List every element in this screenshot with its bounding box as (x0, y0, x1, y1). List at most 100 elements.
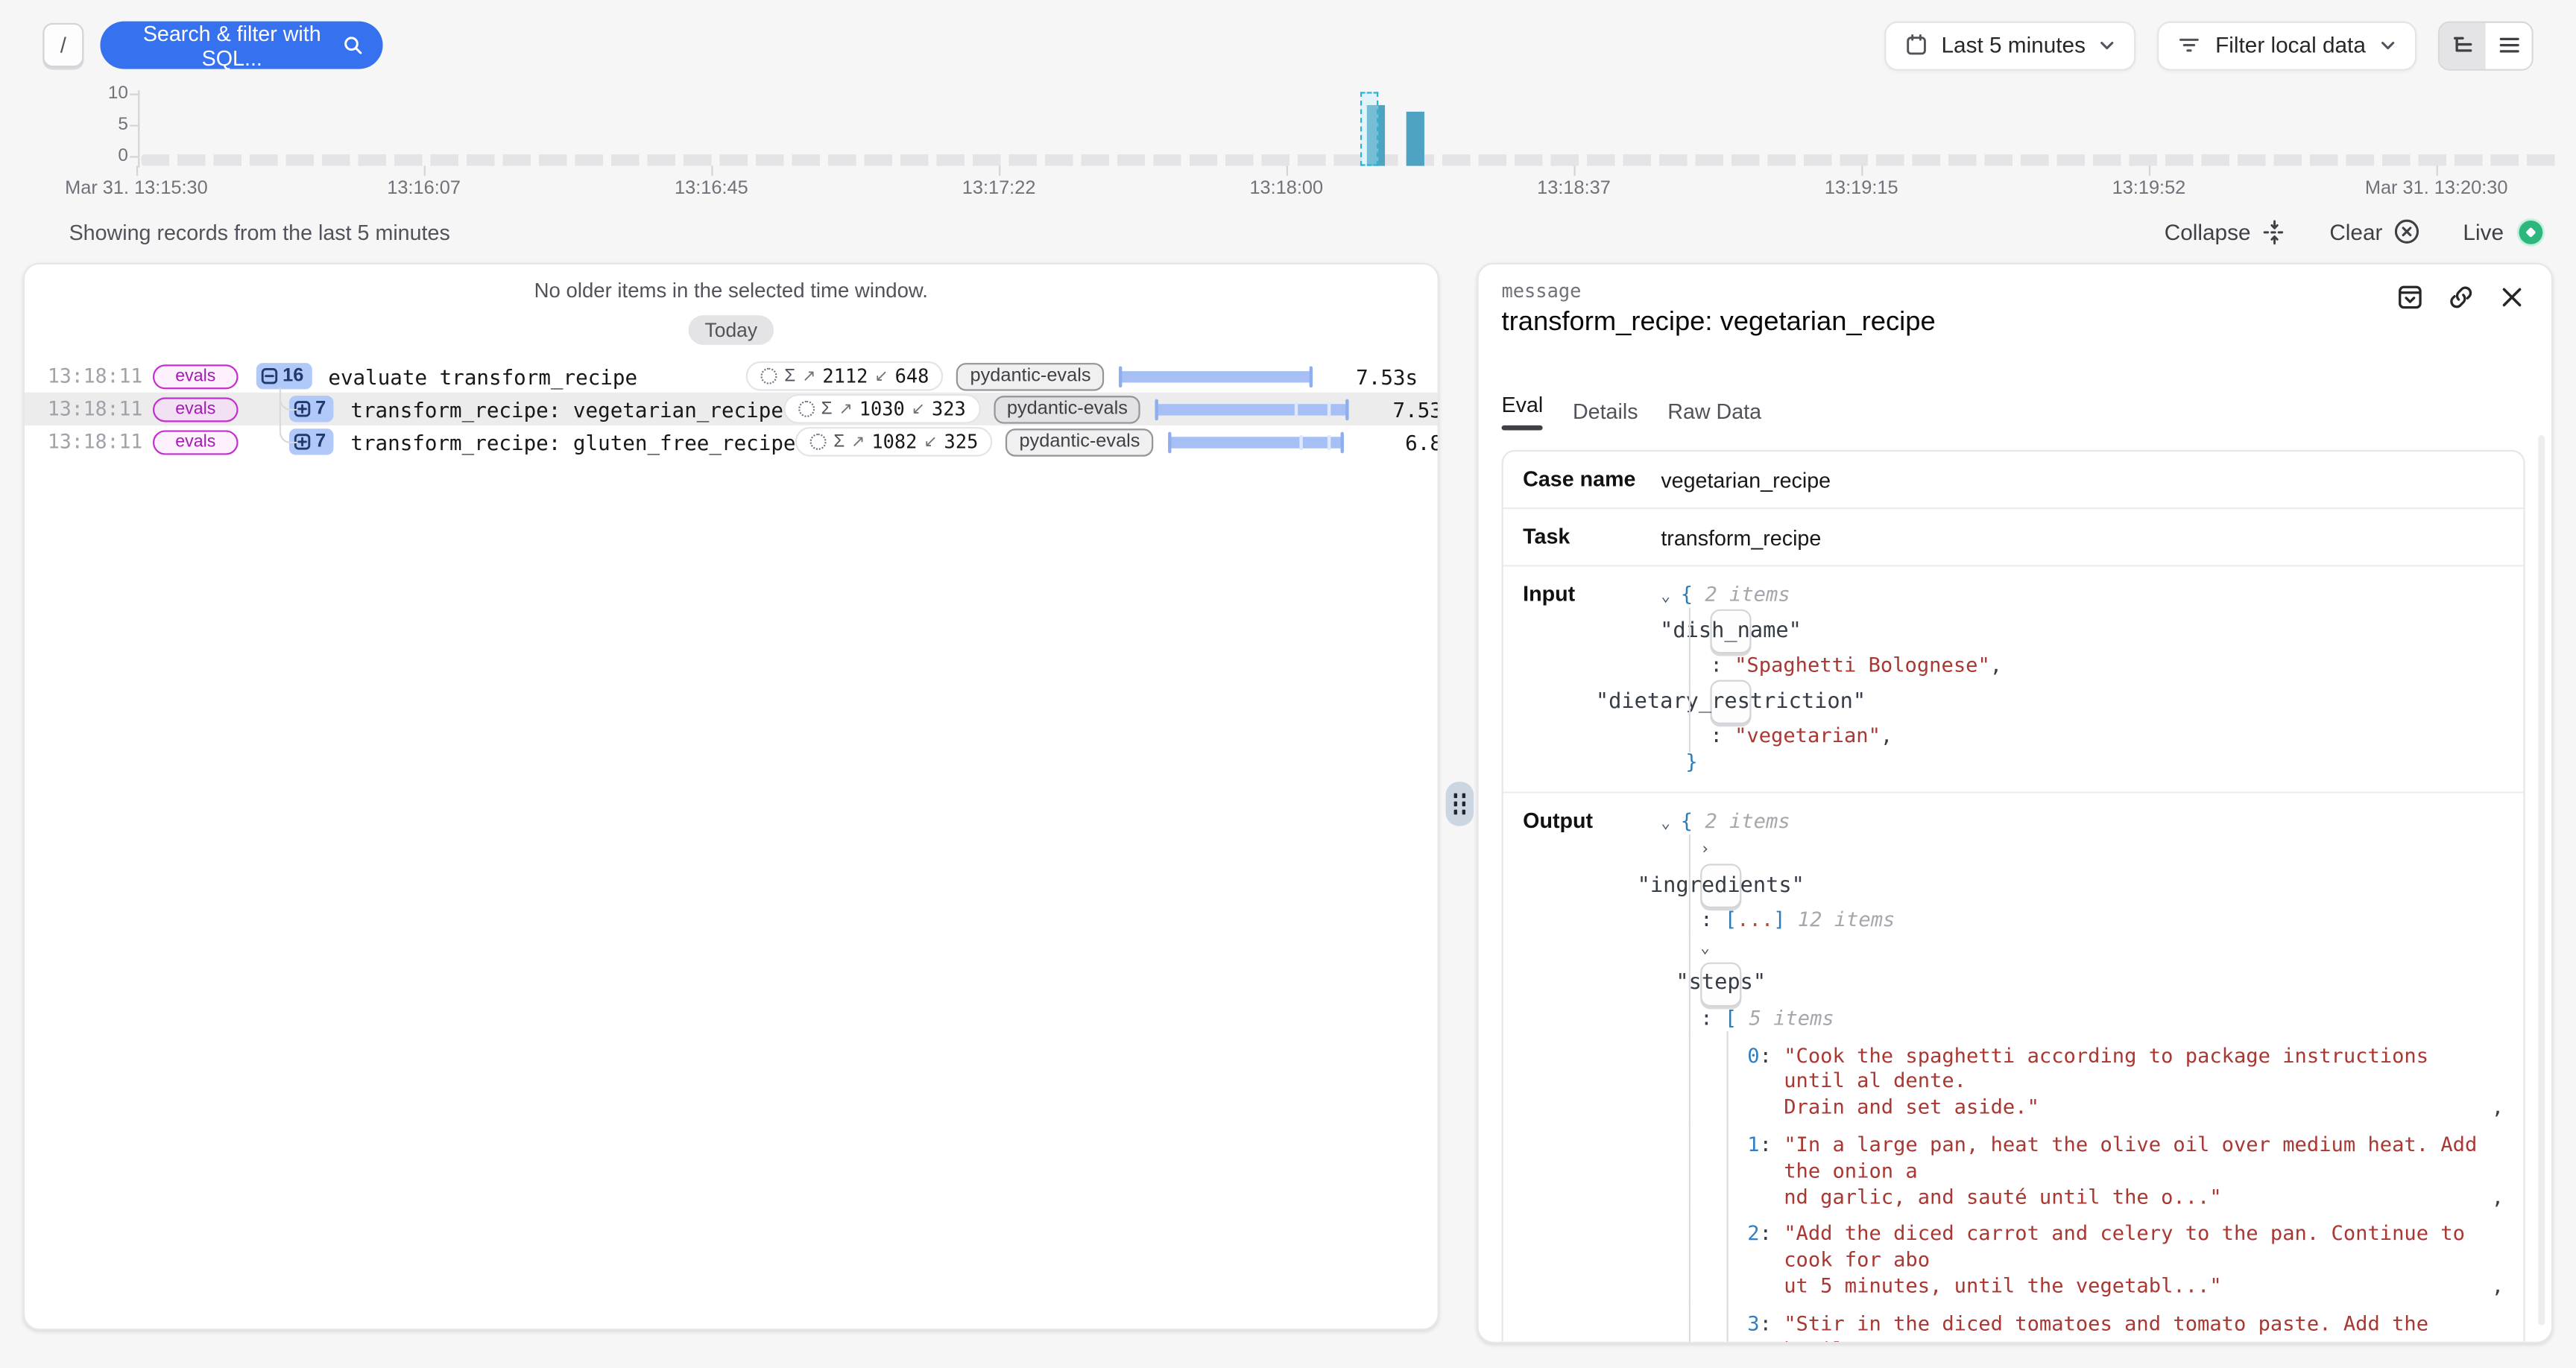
search-icon (342, 33, 364, 57)
case-name-label: Case name (1523, 466, 1661, 492)
json-items: 5 items (1737, 1007, 1834, 1030)
json-brace: [ (1725, 908, 1737, 931)
json-indent-guide (1689, 608, 1690, 682)
task-value: transform_recipe (1661, 523, 2504, 549)
tree-view-icon (2450, 33, 2475, 57)
clear-label: Clear (2329, 219, 2382, 244)
trace-row[interactable]: 13:18:11evals7transform_recipe: gluten_f… (25, 425, 1438, 458)
json-array-index: 3 (1733, 1312, 1759, 1338)
filter-local-data-select[interactable]: Filter local data (2158, 21, 2416, 70)
json-string-value: "Add the diced carrot and celery to the … (1784, 1223, 2485, 1300)
json-brace: { (1681, 809, 1693, 832)
y-tick-label: 5 (92, 116, 127, 134)
y-axis-line (138, 90, 139, 168)
tab-raw-data[interactable]: Raw Data (1667, 393, 1761, 430)
detail-scrollbar[interactable] (2538, 435, 2545, 1326)
close-panel-button[interactable] (2498, 284, 2525, 310)
duration-bar-tick (1300, 434, 1303, 449)
showing-records-text: Showing records from the last 5 minutes (69, 219, 450, 244)
duration-bar-tick (1295, 402, 1298, 417)
json-brace: { (1681, 582, 1693, 605)
detail-tabs: Eval Details Raw Data (1502, 393, 2525, 430)
timeline-bar[interactable] (1407, 111, 1424, 165)
sigma-icon: Σ (784, 367, 795, 386)
trace-list-panel: No older items in the selected time wind… (23, 263, 1439, 1331)
json-line: "dietary_restriction": "vegetarian", (1661, 680, 2504, 750)
output-section: Output ⌄{ 2 items›"ingredients": [...] 1… (1503, 793, 2524, 1343)
clear-button[interactable]: Clear (2329, 218, 2420, 244)
logfire-live-view: / Search & filter with SQL... Last 5 min… (0, 0, 2576, 1368)
search-button[interactable]: Search & filter with SQL... (100, 22, 382, 69)
json-indent-guide (1689, 1299, 1690, 1343)
dock-panel-button[interactable] (2397, 284, 2423, 310)
json-indent-guide (1689, 1030, 1690, 1123)
x-tick-mark (424, 166, 426, 176)
list-view-button[interactable] (2486, 22, 2532, 69)
x-tick-label: 13:18:37 (1537, 179, 1611, 198)
status-actions: Collapse Clear Live (2165, 216, 2547, 247)
trace-timestamp: 13:18:11 (48, 430, 130, 453)
json-line: ⌄{ 2 items (1661, 809, 2504, 837)
tokens-out-count: 648 (895, 364, 929, 387)
duration-bar-body (1119, 371, 1313, 381)
eval-sections: Case name vegetarian_recipe Task transfo… (1502, 449, 2525, 1343)
close-icon (2498, 284, 2525, 310)
link-icon (2448, 284, 2474, 310)
json-array-index: 1 (1733, 1133, 1759, 1159)
detail-panel-actions (2397, 284, 2525, 310)
x-tick-mark (136, 166, 138, 176)
trace-row[interactable]: 13:18:11evals7transform_recipe: vegetari… (25, 393, 1438, 425)
live-toggle[interactable]: Live (2463, 216, 2546, 247)
evals-tag-badge: evals (153, 396, 239, 421)
tokens-out-count: 323 (932, 397, 966, 420)
json-indent-guide (1726, 1299, 1728, 1343)
duration-bar (1155, 397, 1352, 420)
json-str: "vegetarian" (1734, 724, 1881, 747)
trace-name: transform_recipe: gluten_free_recipe (350, 429, 795, 454)
zero-baseline-dashes (142, 154, 2563, 165)
record-kind-label: message (1502, 279, 2525, 303)
token-usage-chip: Σ↗1082↙325 (796, 427, 994, 457)
time-range-select[interactable]: Last 5 minutes (1884, 21, 2136, 70)
top-toolbar: / Search & filter with SQL... Last 5 min… (0, 0, 2576, 90)
json-pun: : (1710, 654, 1734, 677)
tokens-in-count: 1030 (859, 397, 905, 420)
tab-details[interactable]: Details (1573, 393, 1638, 430)
scope-badge: pydantic-evals (1006, 428, 1153, 455)
tab-eval[interactable]: Eval (1502, 393, 1544, 430)
trace-duration: 7.53s (1336, 364, 1418, 388)
x-tick-label: 13:16:07 (387, 179, 461, 198)
output-json-viewer[interactable]: ⌄{ 2 items›"ingredients": [...] 12 items… (1661, 808, 2504, 1343)
span-count-chip[interactable]: 16 (256, 363, 312, 389)
filter-local-data-value: Filter local data (2215, 33, 2366, 57)
records-timeline-chart[interactable]: 0510 Mar 31. 13:15:3013:16:0713:16:4513:… (0, 90, 2576, 205)
live-label: Live (2463, 219, 2504, 244)
json-array-index: 2 (1733, 1223, 1759, 1249)
input-json-viewer[interactable]: ⌄{ 2 items"dish_name": "Spaghetti Bologn… (1661, 580, 2504, 776)
trace-rows: 13:18:11evals16evaluate transform_recipe… (25, 360, 1438, 458)
case-name-section: Case name vegetarian_recipe (1503, 451, 2524, 508)
tokens-in-arrow-icon: ↗ (802, 367, 815, 385)
collapse-label: Collapse (2165, 219, 2251, 244)
today-divider-pill[interactable]: Today (688, 315, 774, 345)
trace-row[interactable]: 13:18:11evals16evaluate transform_recipe… (25, 360, 1438, 393)
token-usage-chip: Σ↗2112↙648 (747, 361, 944, 391)
trace-duration: 7.53s (1372, 396, 1439, 421)
json-line: 2: "Add the diced carrot and celery to t… (1661, 1223, 2504, 1300)
copy-link-button[interactable] (2448, 284, 2474, 310)
json-pun: , (1990, 654, 2002, 677)
x-tick-label: 13:17:22 (962, 179, 1036, 198)
json-pun: : (1710, 724, 1734, 747)
x-tick-label: Mar 31. 13:20:30 (2365, 179, 2508, 198)
dock-panel-icon (2397, 284, 2423, 310)
no-older-items-text: No older items in the selected time wind… (25, 279, 1438, 303)
collapse-button[interactable]: Collapse (2165, 219, 2287, 244)
panel-resize-handle[interactable] (1446, 782, 1474, 826)
view-mode-toggle (2438, 21, 2534, 70)
span-count: 7 (315, 432, 326, 452)
json-key: "ingredients" (1700, 864, 1741, 909)
json-indent-guide (1726, 1209, 1728, 1302)
y-tick-label: 10 (92, 86, 127, 104)
collapse-icon (2262, 219, 2287, 244)
tree-view-button[interactable] (2440, 22, 2486, 69)
